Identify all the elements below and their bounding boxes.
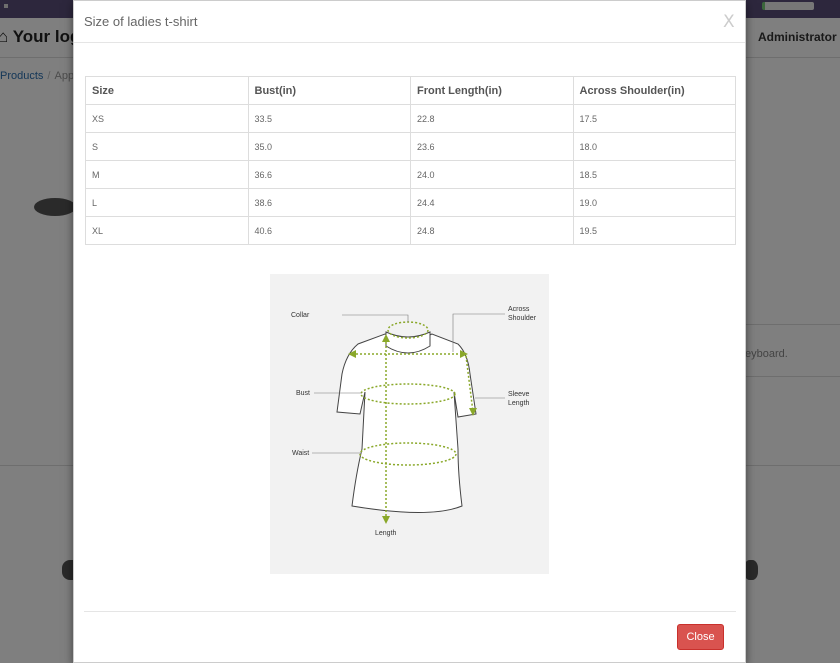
cell-front-length: 24.8	[410, 216, 574, 245]
label-length: Length	[375, 530, 397, 537]
size-table: Size Bust(in) Front Length(in) Across Sh…	[85, 76, 736, 245]
column-header-front-length: Front Length(in)	[410, 76, 574, 105]
cell-across-shoulder: 19.0	[572, 188, 736, 217]
label-sleeve-length: Length	[508, 400, 530, 407]
cell-front-length: 24.0	[410, 160, 574, 189]
label-across: Across	[508, 306, 530, 313]
cell-across-shoulder: 18.0	[572, 132, 736, 161]
tshirt-measurement-diagram: Collar Across Shoulder Bust Sleeve Lengt…	[270, 274, 549, 574]
collar-leader	[342, 314, 409, 322]
modal-title: Size of ladies t-shirt	[84, 14, 198, 29]
close-button[interactable]: Close	[677, 624, 724, 650]
cell-bust: 33.5	[247, 104, 411, 133]
label-bust: Bust	[296, 390, 310, 397]
cell-bust: 36.6	[247, 160, 411, 189]
cell-bust: 38.6	[247, 188, 411, 217]
label-collar: Collar	[291, 312, 310, 319]
table-header-row: Size Bust(in) Front Length(in) Across Sh…	[85, 76, 736, 105]
table-row: M 36.6 24.0 18.5	[85, 160, 736, 189]
table-row: XS 33.5 22.8 17.5	[85, 104, 736, 133]
modal-footer: Close	[84, 611, 736, 663]
label-sleeve: Sleeve	[508, 391, 530, 398]
label-shoulder: Shoulder	[508, 315, 537, 322]
across-leader	[452, 313, 505, 352]
modal-header: Size of ladies t-shirt X	[74, 1, 745, 43]
size-chart-modal: Size of ladies t-shirt X Size Bust(in) F…	[73, 0, 746, 663]
cell-front-length: 22.8	[410, 104, 574, 133]
column-header-across-shoulder: Across Shoulder(in)	[572, 76, 736, 105]
cell-front-length: 23.6	[410, 132, 574, 161]
cell-across-shoulder: 19.5	[572, 216, 736, 245]
collar-measure	[387, 321, 429, 339]
cell-bust: 35.0	[247, 132, 411, 161]
cell-bust: 40.6	[247, 216, 411, 245]
table-row: XL 40.6 24.8 19.5	[85, 216, 736, 245]
column-header-size: Size	[85, 76, 249, 105]
table-row: L 38.6 24.4 19.0	[85, 188, 736, 217]
cell-size: S	[85, 132, 249, 161]
cell-size: L	[85, 188, 249, 217]
cell-across-shoulder: 17.5	[572, 104, 736, 133]
tshirt-collar	[385, 331, 431, 354]
cell-size: XS	[85, 104, 249, 133]
cell-size: XL	[85, 216, 249, 245]
arrow-down-icon	[382, 516, 390, 524]
close-icon[interactable]: X	[723, 12, 735, 32]
label-waist: Waist	[292, 450, 309, 457]
tshirt-outline	[336, 333, 477, 513]
cell-size: M	[85, 160, 249, 189]
cell-across-shoulder: 18.5	[572, 160, 736, 189]
column-header-bust: Bust(in)	[247, 76, 411, 105]
table-row: S 35.0 23.6 18.0	[85, 132, 736, 161]
tshirt-measurement-svg: Collar Across Shoulder Bust Sleeve Lengt…	[291, 306, 537, 537]
cell-front-length: 24.4	[410, 188, 574, 217]
